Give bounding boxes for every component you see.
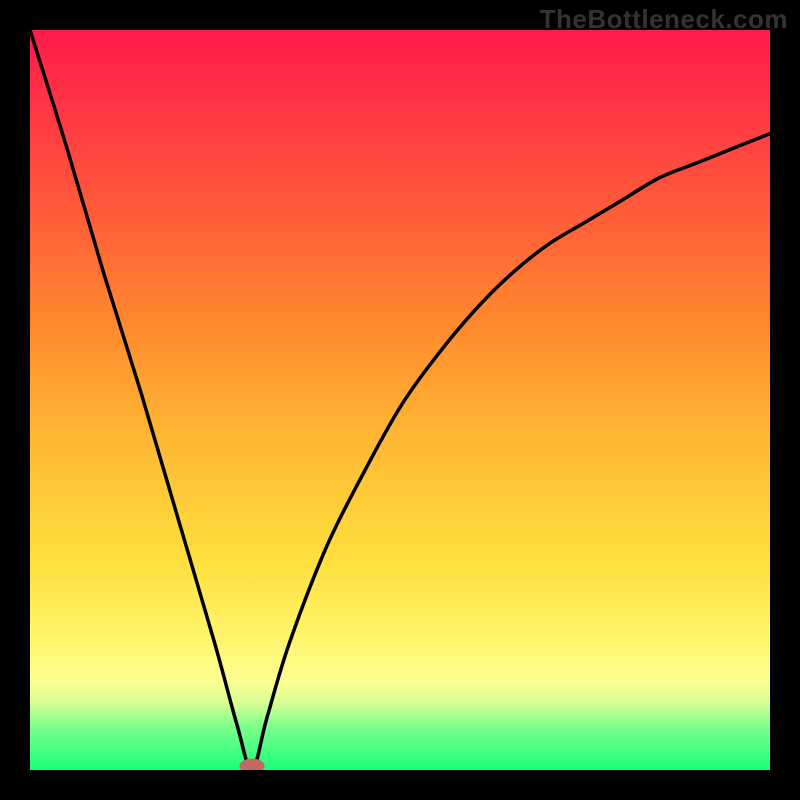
minimum-point-marker <box>240 759 264 770</box>
bottleneck-curve-svg <box>30 30 770 770</box>
chart-frame: TheBottleneck.com <box>0 0 800 800</box>
plot-area <box>30 30 770 770</box>
watermark-text: TheBottleneck.com <box>540 4 788 35</box>
bottleneck-curve-path <box>30 30 770 770</box>
